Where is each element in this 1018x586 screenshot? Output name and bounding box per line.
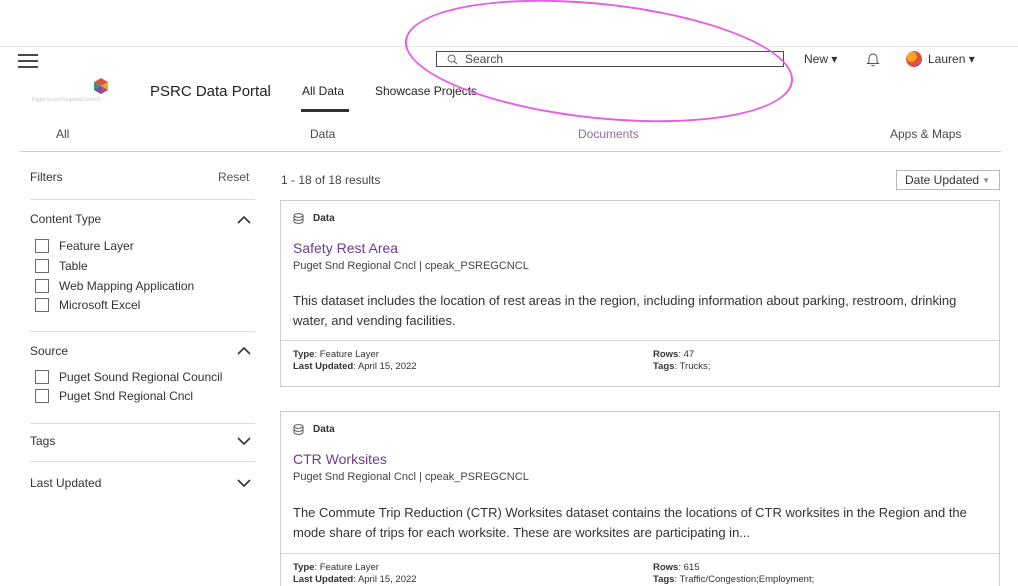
avatar: [906, 51, 922, 67]
meta-rows: Rows: 47: [653, 349, 695, 360]
card-type: Data: [293, 424, 335, 435]
menu-icon[interactable]: [18, 54, 38, 68]
meta-tags: Tags: Traffic/Congestion;Employment;: [653, 574, 815, 585]
card-owner: Puget Snd Regional Cncl | cpeak_PSREGCNC…: [293, 260, 529, 272]
tab-showcase-projects[interactable]: Showcase Projects: [375, 84, 477, 98]
tab-all-data[interactable]: All Data: [302, 84, 344, 98]
user-name: Lauren ▾: [928, 52, 975, 66]
checkbox[interactable]: [35, 370, 49, 384]
sort-select[interactable]: Date Updated ▼: [896, 170, 1000, 190]
database-icon: [293, 424, 304, 435]
new-button[interactable]: New ▾: [804, 52, 837, 66]
filter-divider: [30, 461, 255, 462]
filter-option-label: Microsoft Excel: [59, 298, 141, 312]
meta-tags: Tags: Trucks;: [653, 361, 711, 372]
topbar-divider: [0, 46, 1018, 47]
filter-option[interactable]: Puget Sound Regional Council: [35, 370, 222, 384]
results-count: 1 - 18 of 18 results: [281, 173, 381, 187]
meta-rows: Rows: 615: [653, 562, 700, 573]
filter-divider: [30, 331, 255, 332]
psrc-logo: [94, 78, 108, 94]
search-icon: [447, 54, 458, 64]
filter-option-label: Puget Snd Regional Cncl: [59, 389, 194, 403]
annotation-ellipse: [399, 0, 799, 140]
filter-option-label: Feature Layer: [59, 239, 134, 253]
chevron-up-icon[interactable]: [237, 346, 251, 355]
filter-option-label: Puget Sound Regional Council: [59, 370, 223, 384]
meta-last-updated: Last Updated: April 15, 2022: [293, 361, 417, 372]
checkbox[interactable]: [35, 298, 49, 312]
portal-title: PSRC Data Portal: [150, 83, 271, 100]
chevron-up-icon[interactable]: [237, 215, 251, 224]
filter-divider: [30, 423, 255, 424]
category-all[interactable]: All: [56, 127, 69, 141]
caret-down-icon: ▼: [982, 175, 990, 185]
result-card[interactable]: Data Safety Rest Area Puget Snd Regional…: [280, 200, 1000, 387]
card-divider: [281, 340, 999, 341]
card-type-label: Data: [313, 213, 335, 224]
card-title[interactable]: Safety Rest Area: [293, 240, 398, 256]
checkbox[interactable]: [35, 389, 49, 403]
bell-icon[interactable]: [866, 51, 880, 67]
search-box[interactable]: [436, 51, 784, 67]
card-type-label: Data: [313, 424, 335, 435]
checkbox[interactable]: [35, 239, 49, 253]
filter-group-last-updated[interactable]: Last Updated: [30, 476, 101, 490]
result-card[interactable]: Data CTR Worksites Puget Snd Regional Cn…: [280, 411, 1000, 586]
filter-option[interactable]: Table: [35, 259, 88, 273]
category-apps-maps[interactable]: Apps & Maps: [890, 127, 961, 141]
database-icon: [293, 213, 304, 224]
card-owner: Puget Snd Regional Cncl | cpeak_PSREGCNC…: [293, 471, 529, 483]
reset-button[interactable]: Reset: [218, 170, 249, 184]
checkbox[interactable]: [35, 259, 49, 273]
category-divider: [20, 151, 1001, 152]
filter-group-source[interactable]: Source: [30, 344, 68, 358]
card-description: The Commute Trip Reduction (CTR) Worksit…: [293, 505, 967, 540]
filter-divider: [30, 199, 255, 200]
filter-option-label: Web Mapping Application: [59, 279, 195, 293]
filter-option[interactable]: Web Mapping Application: [35, 279, 194, 293]
meta-last-updated: Last Updated: April 15, 2022: [293, 574, 417, 585]
card-type: Data: [293, 213, 335, 224]
checkbox[interactable]: [35, 279, 49, 293]
logo-tagline: Puget Sound Regional Council: [32, 97, 101, 103]
category-data[interactable]: Data: [310, 127, 335, 141]
chevron-down-icon[interactable]: [237, 437, 251, 446]
category-documents[interactable]: Documents: [578, 127, 639, 141]
filter-group-tags[interactable]: Tags: [30, 434, 55, 448]
search-input[interactable]: [465, 52, 765, 66]
filter-group-content-type[interactable]: Content Type: [30, 212, 101, 226]
meta-type: Type: Feature Layer: [293, 562, 379, 573]
meta-type: Type: Feature Layer: [293, 349, 379, 360]
filters-heading: Filters: [30, 170, 63, 184]
user-menu[interactable]: Lauren ▾: [906, 51, 975, 67]
filter-option[interactable]: Microsoft Excel: [35, 298, 140, 312]
sort-label: Date Updated: [905, 173, 980, 187]
active-tab-indicator: [301, 109, 349, 112]
filter-option-label: Table: [59, 259, 88, 273]
card-divider: [281, 553, 999, 554]
chevron-down-icon[interactable]: [237, 479, 251, 488]
filter-option[interactable]: Puget Snd Regional Cncl: [35, 389, 193, 403]
card-title[interactable]: CTR Worksites: [293, 451, 387, 467]
filter-option[interactable]: Feature Layer: [35, 239, 134, 253]
card-description: This dataset includes the location of re…: [293, 293, 957, 328]
